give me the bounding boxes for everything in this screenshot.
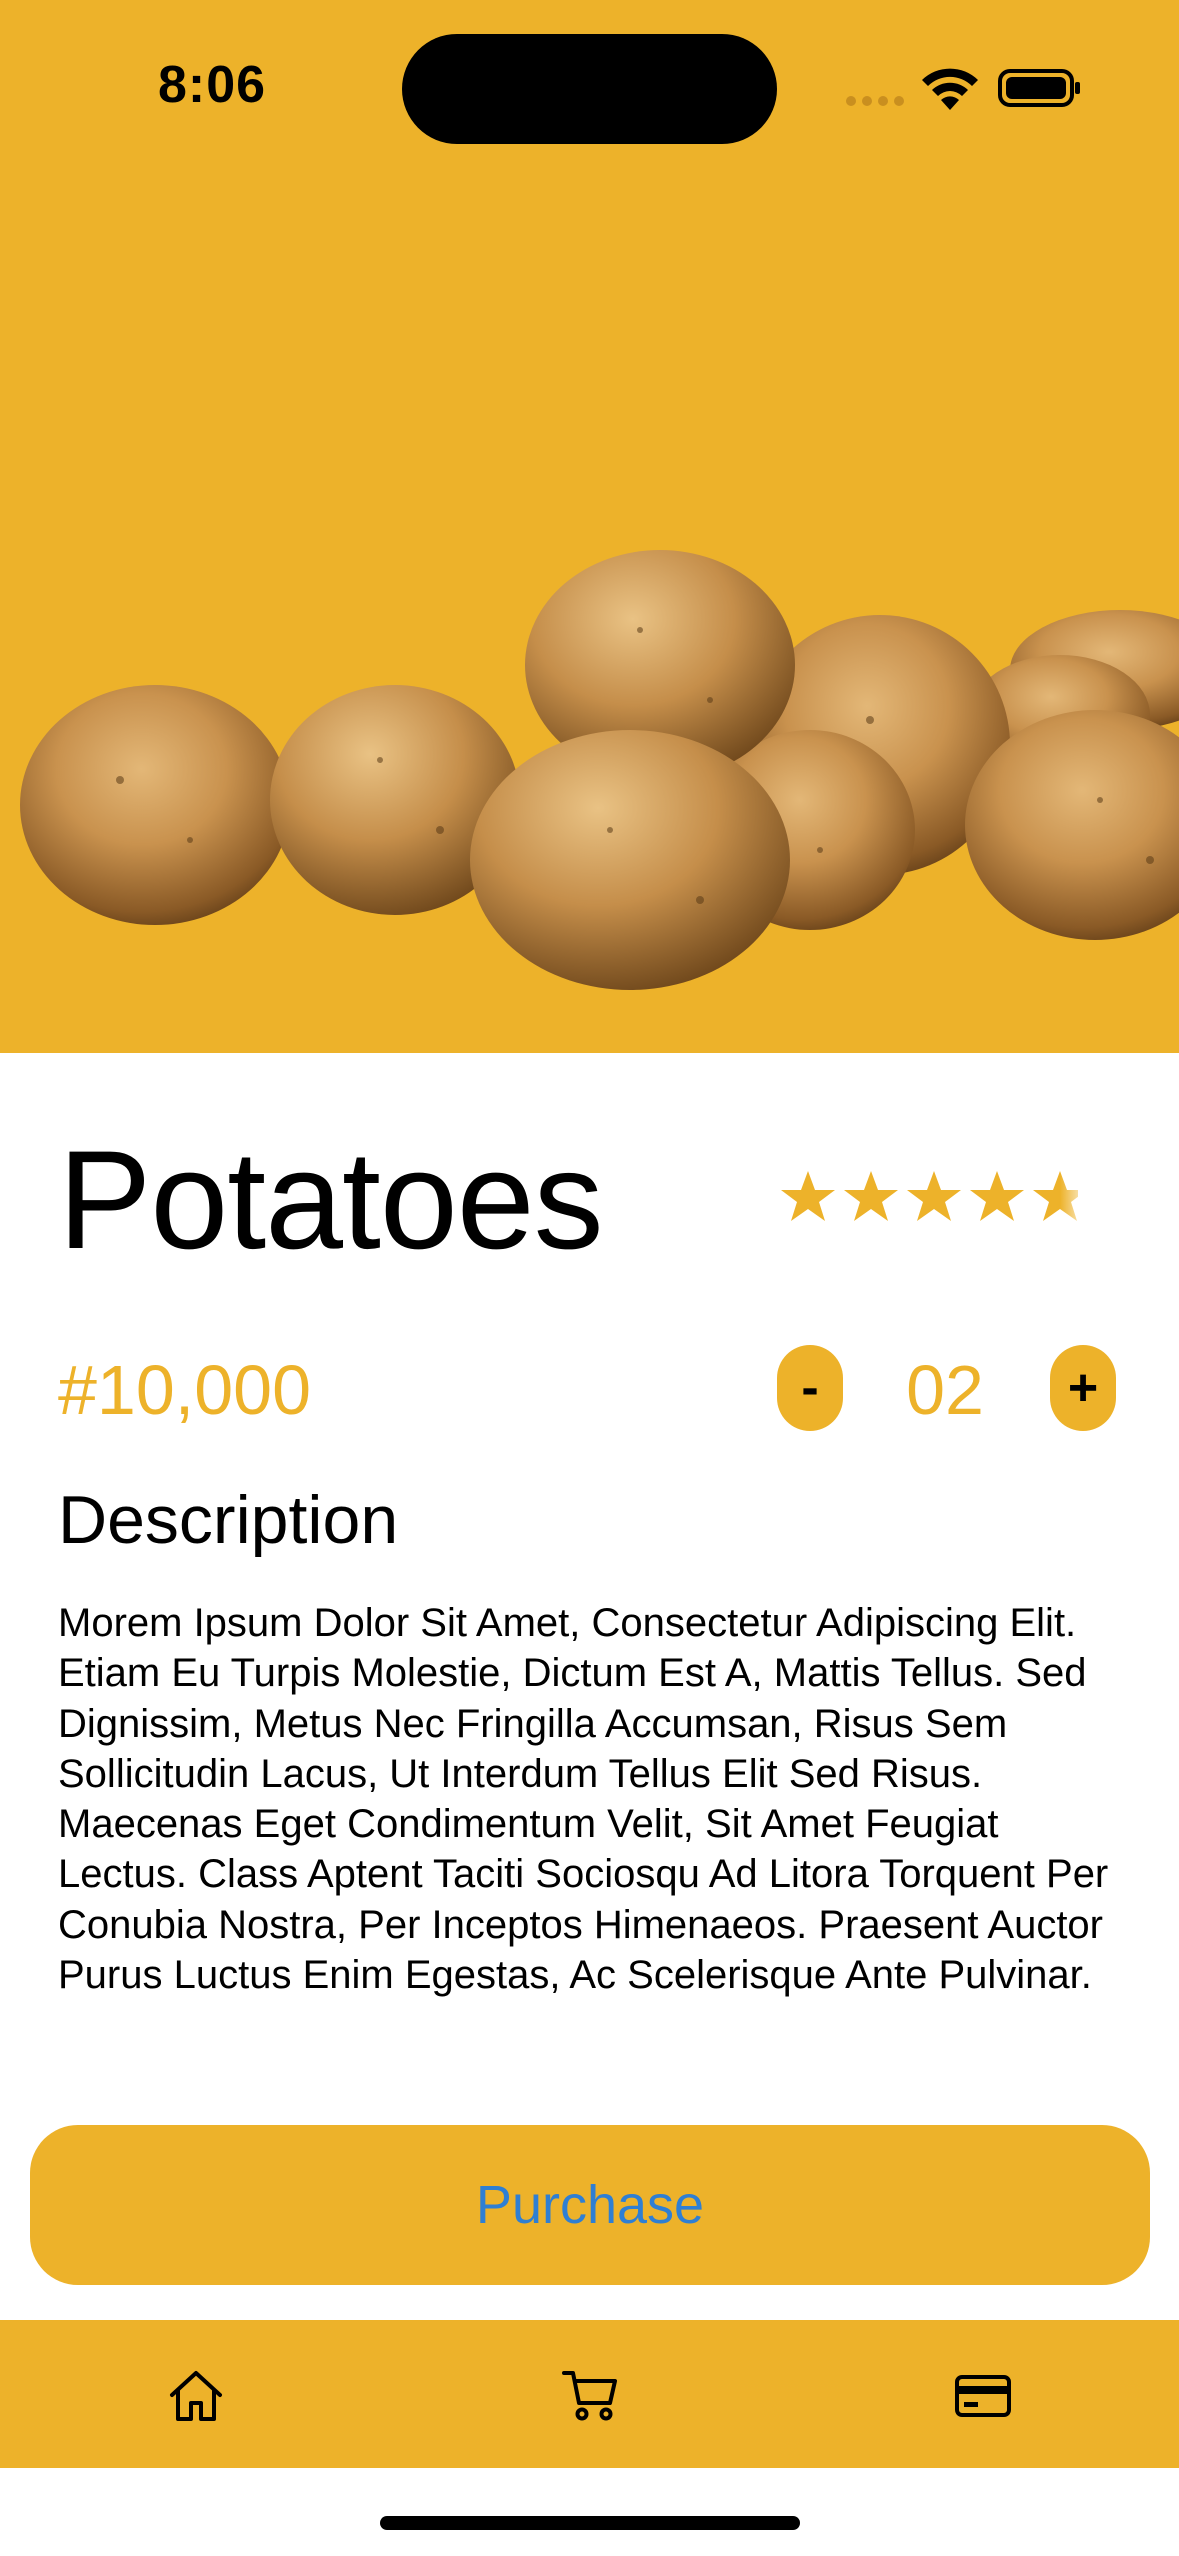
cellular-signal-icon bbox=[846, 96, 904, 106]
home-icon bbox=[170, 2371, 222, 2421]
quantity-value: 02 bbox=[906, 1351, 984, 1429]
tab-payment[interactable] bbox=[948, 2360, 1018, 2430]
star-icon bbox=[970, 1171, 1024, 1221]
rating-stars bbox=[781, 1171, 1078, 1221]
cart-icon bbox=[562, 2371, 617, 2421]
wifi-icon bbox=[922, 68, 978, 110]
product-title: Potatoes bbox=[58, 1121, 604, 1278]
increase-quantity-button[interactable]: + bbox=[1050, 1345, 1116, 1431]
tab-home[interactable] bbox=[161, 2360, 231, 2430]
product-hero: 8:06 bbox=[0, 0, 1179, 1053]
star-icon bbox=[844, 1171, 898, 1221]
potatoes-image bbox=[20, 550, 1179, 990]
purchase-button[interactable]: Purchase bbox=[30, 2125, 1150, 2285]
product-price: #10,000 bbox=[58, 1351, 312, 1429]
description-text: Morem Ipsum Dolor Sit Amet, Consectetur … bbox=[58, 1601, 1109, 1998]
description-heading: Description bbox=[58, 1482, 399, 1558]
dynamic-island bbox=[402, 34, 777, 144]
battery-icon bbox=[998, 69, 1080, 107]
status-time: 8:06 bbox=[158, 56, 267, 114]
tab-bar bbox=[0, 2320, 1179, 2468]
credit-card-icon bbox=[955, 2375, 1011, 2417]
star-icon bbox=[907, 1171, 961, 1221]
half-star-icon bbox=[1033, 1171, 1078, 1221]
tab-cart[interactable] bbox=[555, 2360, 625, 2430]
star-icon bbox=[781, 1171, 835, 1221]
product-detail-screen: 8:06 Potatoes #10,000 - 02 + Description… bbox=[0, 0, 1179, 2556]
decrease-quantity-button[interactable]: - bbox=[777, 1345, 843, 1431]
home-indicator[interactable] bbox=[380, 2516, 800, 2530]
